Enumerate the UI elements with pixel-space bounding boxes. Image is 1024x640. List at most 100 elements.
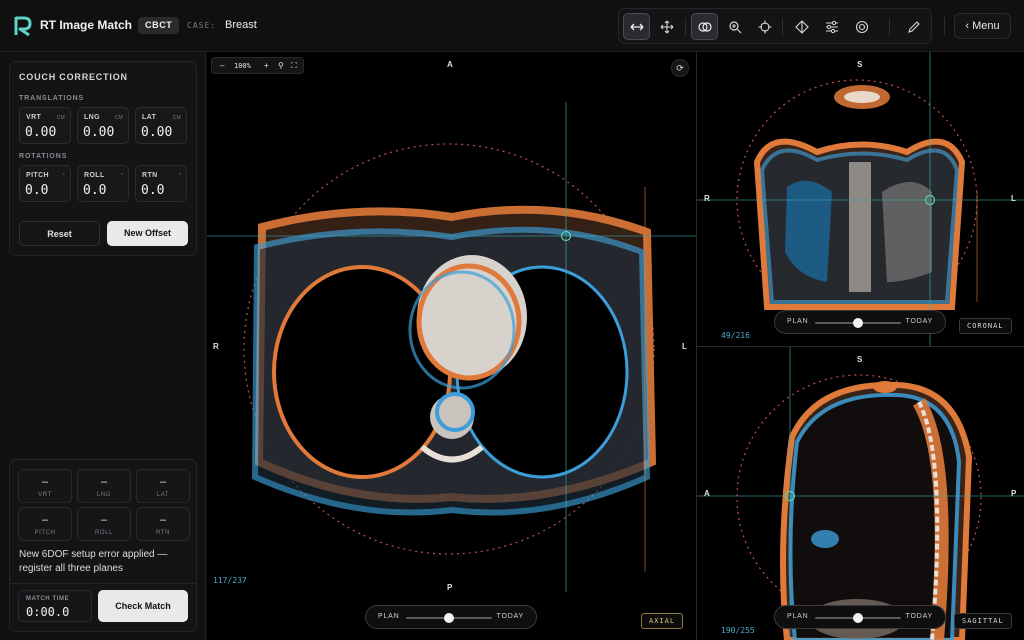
result-label: VRT [38,492,52,498]
blend-plan-label: PLAN [787,613,809,620]
overlay-tool[interactable] [691,13,718,40]
lng-input[interactable]: LNG CM 0.00 [77,107,129,144]
roll-value: 0.0 [83,183,107,198]
panel-title: COUCH CORRECTION [19,72,128,82]
orientation-right: R [704,194,710,203]
unit-label: CM [172,115,181,121]
lat-value: 0.00 [141,125,173,140]
orientation-anterior: A [447,60,453,69]
rotations-label: ROTATIONS [19,153,68,160]
view-tag-axial[interactable]: AXIAL [641,613,684,629]
axial-viewport[interactable]: – 100% + ⚲ ⛶ ⟳ A P R L 117/237 PLAN TODA… [207,52,696,640]
blend-slider[interactable]: PLAN TODAY [774,605,946,629]
blend-plan-label: PLAN [378,613,400,620]
blend-slider[interactable]: PLAN TODAY [774,310,946,334]
couch-correction-panel: COUCH CORRECTION TRANSLATIONS VRT CM 0.0… [9,61,197,256]
unit-label: ° [178,173,181,179]
match-result-panel: – VRT – LNG – LAT – PITCH – ROLL – RTN New 6DO… [9,459,197,632]
zoom-out-button[interactable]: – [220,61,224,70]
reset-button[interactable]: Reset [19,221,100,246]
result-lat: – LAT [136,469,190,503]
app-title: RT Image Match [40,18,133,32]
result-value: – [100,514,108,526]
blend-knob[interactable] [853,613,863,623]
view-tag-sagittal[interactable]: SAGITTAL [954,613,1012,629]
vrt-label: VRT [26,114,42,121]
case-label: CASE: [187,21,217,30]
result-label: LNG [96,492,112,498]
result-label: PITCH [34,530,56,536]
app-header: RT Image Match CBCT CASE: Breast ‹ Menu [0,0,1024,52]
sliders-icon [825,20,838,33]
result-value: – [100,476,108,488]
result-value: – [41,476,49,488]
result-vrt: – VRT [18,469,72,503]
rtn-input[interactable]: RTN ° 0.0 [135,165,187,202]
result-label: RTN [155,530,171,536]
swap-horizontal-icon [630,23,643,30]
pitch-input[interactable]: PITCH ° 0.0 [19,165,71,202]
swap-horizontal-tool[interactable] [623,13,650,40]
slice-index: 190/255 [721,626,755,635]
orientation-anterior: A [704,489,710,498]
coronal-scan-image [697,52,1024,346]
landmark-tool[interactable] [788,13,815,40]
unit-label: ° [62,173,65,179]
result-label: LAT [156,492,170,498]
orientation-left: L [682,342,687,351]
header-separator [944,17,945,35]
sliders-tool[interactable] [818,13,845,40]
lng-label: LNG [84,114,100,121]
blend-knob[interactable] [853,318,863,328]
unit-label: CM [114,115,123,121]
orientation-superior: S [857,60,863,69]
unit-label: CM [56,115,65,121]
check-match-button[interactable]: Check Match [98,590,188,622]
zoom-tool[interactable] [721,13,748,40]
reset-view-icon[interactable]: ⟳ [671,59,689,77]
pin-icon[interactable]: ⚲ [278,61,284,70]
target-icon [855,20,868,33]
orientation-posterior: P [447,583,453,592]
orientation-posterior: P [1011,489,1017,498]
match-time-value: 0:00.0 [26,605,70,619]
crosshair-tool[interactable] [751,13,778,40]
fit-screen-icon[interactable]: ⛶ [291,61,297,71]
orientation-right: R [213,342,219,351]
roll-input[interactable]: ROLL ° 0.0 [77,165,129,202]
slice-index: 117/237 [213,576,247,585]
coronal-viewport[interactable]: S R L 49/216 PLAN TODAY CORONAL [697,52,1024,346]
pen-tool[interactable] [900,13,927,40]
sagittal-viewport[interactable]: S A P 190/255 PLAN TODAY SAGITTAL [697,347,1024,640]
toolbar-separator [685,18,686,36]
rtn-value: 0.0 [141,183,165,198]
pitch-label: PITCH [26,172,49,179]
view-tag-coronal[interactable]: CORONAL [959,318,1012,334]
menu-button[interactable]: ‹ Menu [954,13,1011,39]
crosshair-icon [758,20,771,33]
target-tool[interactable] [848,13,875,40]
result-value: – [159,476,167,488]
zoom-in-button[interactable]: + [264,61,269,70]
case-value: Breast [225,19,257,31]
lat-input[interactable]: LAT CM 0.00 [135,107,187,144]
zoom-level: 100% [234,62,251,70]
overlay-icon [697,21,712,32]
blend-slider[interactable]: PLAN TODAY [365,605,537,629]
new-offset-button[interactable]: New Offset [107,221,188,246]
result-pitch: – PITCH [18,507,72,541]
landmark-icon [794,19,809,34]
lat-label: LAT [142,114,157,121]
vrt-input[interactable]: VRT CM 0.00 [19,107,71,144]
toolbar-separator [889,18,890,36]
roll-label: ROLL [84,172,105,179]
blend-knob[interactable] [444,613,454,623]
unit-label: ° [120,173,123,179]
mode-badge: CBCT [138,17,180,34]
logo-r-icon [14,16,32,37]
blend-plan-label: PLAN [787,318,809,325]
slice-index: 49/216 [721,331,750,340]
move-tool[interactable] [653,13,680,40]
move-icon [660,20,673,33]
result-value: – [41,514,49,526]
